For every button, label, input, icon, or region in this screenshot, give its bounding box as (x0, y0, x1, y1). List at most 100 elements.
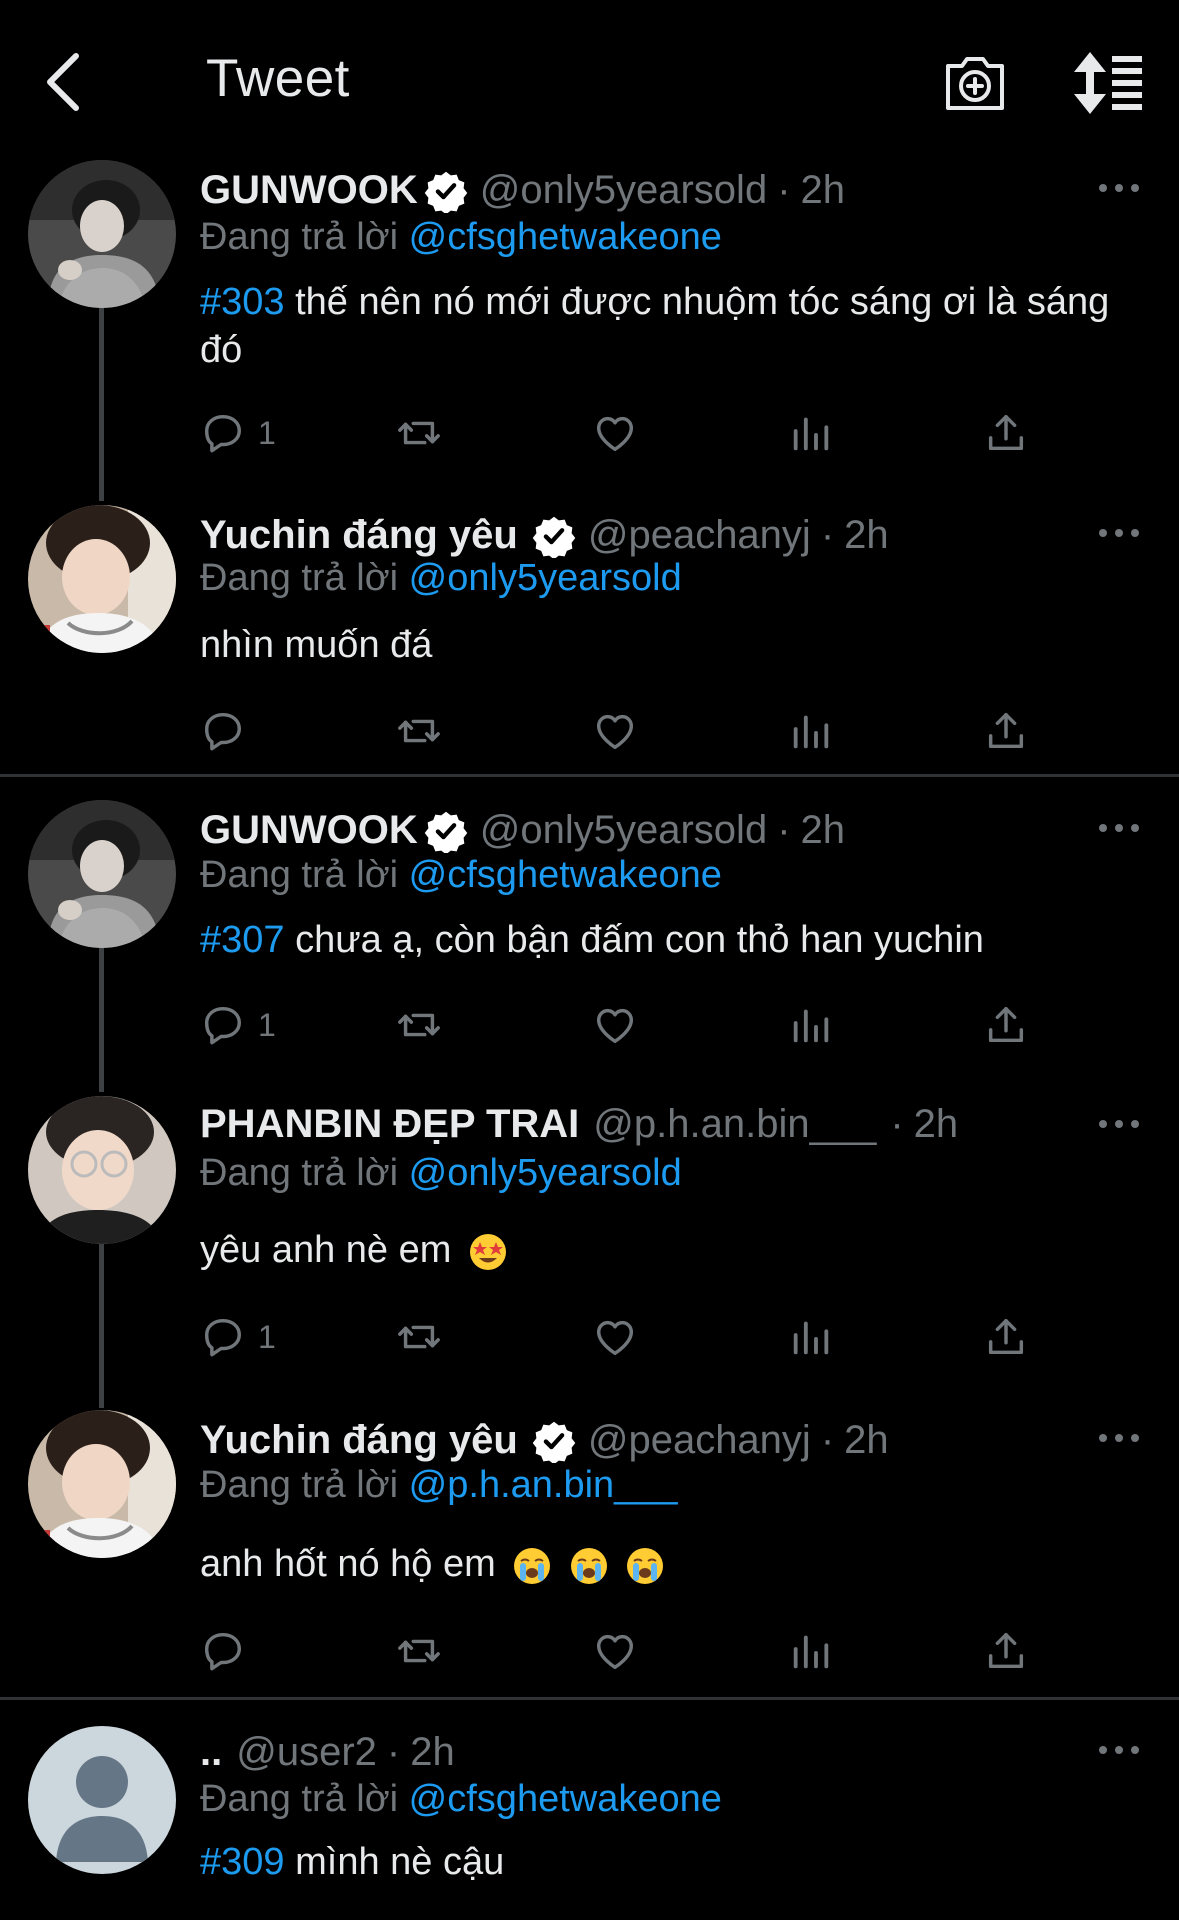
hashtag-link[interactable]: #309 (200, 1841, 285, 1883)
timestamp: 2h (913, 1102, 959, 1146)
share-button[interactable] (983, 1626, 1029, 1676)
share-button[interactable] (983, 408, 1029, 458)
more-options-button[interactable] (1096, 820, 1142, 836)
camera-button[interactable] (940, 48, 1010, 118)
display-name[interactable]: GUNWOOK (200, 808, 418, 853)
avatar[interactable] (28, 800, 176, 948)
replying-to: Đang trả lời @cfsghetwakeone (200, 854, 722, 897)
views-button[interactable] (788, 1626, 834, 1676)
reply-count: 1 (258, 1318, 276, 1355)
share-button[interactable] (983, 706, 1029, 756)
avatar[interactable] (28, 160, 176, 308)
reply-button[interactable]: 1 (200, 1000, 276, 1050)
back-button[interactable] (40, 48, 90, 118)
username[interactable]: @only5yearsold (480, 168, 767, 213)
mention-link[interactable]: @only5yearsold (409, 1152, 682, 1194)
separator-dot: · (386, 1730, 401, 1774)
tweet-body: nhìn muốn đá (200, 624, 433, 666)
mention-link[interactable]: @p.h.an.bin___ (409, 1464, 678, 1506)
like-button[interactable] (592, 1000, 638, 1050)
avatar[interactable] (28, 1096, 176, 1244)
retweet-button[interactable] (396, 408, 442, 458)
display-name[interactable]: PHANBIN ĐẸP TRAI (200, 1102, 579, 1147)
more-options-button[interactable] (1096, 1116, 1142, 1132)
views-button[interactable] (788, 1312, 834, 1362)
like-button[interactable] (592, 1312, 638, 1362)
chevron-left-icon (47, 53, 79, 111)
mention-link[interactable]: @cfsghetwakeone (409, 216, 722, 258)
tweet-header: .. @user2 · 2h (200, 1730, 455, 1775)
like-button[interactable] (592, 706, 638, 756)
tweet[interactable]: Yuchin đáng yêu @peachanyj · 2h Đang trả… (0, 1410, 1179, 1680)
tweet[interactable]: GUNWOOK @only5yearsold · 2h Đang trả lời… (0, 800, 1179, 1085)
reply-button[interactable] (200, 1626, 246, 1676)
avatar[interactable] (28, 1410, 176, 1558)
separator-dot: · (777, 168, 791, 212)
display-name[interactable]: Yuchin đáng yêu (200, 1418, 518, 1463)
reply-button[interactable]: 1 (200, 408, 276, 458)
tweet-text: #303 thế nên nó mới được nhuộm tóc sáng … (200, 278, 1120, 374)
reply-icon (200, 1628, 246, 1674)
action-bar: 1 (200, 1000, 1060, 1050)
loudly-crying-emoji-icon (569, 1546, 609, 1586)
hashtag-link[interactable]: #307 (200, 919, 285, 961)
more-dots-icon (1096, 1116, 1142, 1132)
views-button[interactable] (788, 408, 834, 458)
username[interactable]: @peachanyj (588, 1418, 811, 1463)
thread-divider (0, 1697, 1179, 1700)
share-icon (983, 1314, 1029, 1360)
more-dots-icon (1096, 180, 1142, 196)
display-name[interactable]: Yuchin đáng yêu (200, 513, 518, 558)
retweet-button[interactable] (396, 1626, 442, 1676)
mention-link[interactable]: @only5yearsold (409, 557, 682, 599)
sort-button[interactable] (1072, 48, 1142, 118)
tweet-text: nhìn muốn đá (200, 621, 1120, 669)
username[interactable]: @user2 (236, 1730, 377, 1775)
tweet-body: mình nè cậu (295, 1841, 505, 1883)
verified-badge-icon (532, 1419, 576, 1463)
tweet[interactable]: Yuchin đáng yêu @peachanyj · 2h Đang trả… (0, 505, 1179, 770)
like-button[interactable] (592, 1626, 638, 1676)
timestamp: 2h (800, 168, 846, 212)
share-icon (983, 410, 1029, 456)
tweet-header: GUNWOOK @only5yearsold · 2h (200, 808, 845, 853)
mention-link[interactable]: @cfsghetwakeone (409, 854, 722, 896)
avatar[interactable] (28, 1726, 176, 1874)
retweet-button[interactable] (396, 1312, 442, 1362)
like-button[interactable] (592, 408, 638, 458)
tweet-text: #309 mình nè cậu (200, 1838, 1120, 1886)
reply-button[interactable] (200, 706, 246, 756)
reply-button[interactable]: 1 (200, 1312, 276, 1362)
mention-link[interactable]: @cfsghetwakeone (409, 1778, 722, 1820)
retweet-button[interactable] (396, 706, 442, 756)
username[interactable]: @only5yearsold (480, 808, 767, 853)
tweet[interactable]: GUNWOOK @only5yearsold · 2h Đang trả lời… (0, 160, 1179, 500)
like-icon (592, 410, 638, 456)
tweet[interactable]: .. @user2 · 2h Đang trả lời @cfsghetwake… (0, 1722, 1179, 1920)
more-dots-icon (1096, 1430, 1142, 1446)
display-name[interactable]: GUNWOOK (200, 168, 418, 213)
replying-to: Đang trả lời @p.h.an.bin___ (200, 1464, 678, 1507)
share-button[interactable] (983, 1312, 1029, 1362)
tweet[interactable]: PHANBIN ĐẸP TRAI @p.h.an.bin___ · 2h Đan… (0, 1096, 1179, 1396)
more-options-button[interactable] (1096, 525, 1142, 541)
more-options-button[interactable] (1096, 1430, 1142, 1446)
more-options-button[interactable] (1096, 1742, 1142, 1758)
views-button[interactable] (788, 1000, 834, 1050)
avatar[interactable] (28, 505, 176, 653)
share-icon (983, 1002, 1029, 1048)
replying-to-label: Đang trả lời (200, 216, 399, 258)
replying-to-label: Đang trả lời (200, 854, 399, 896)
more-options-button[interactable] (1096, 180, 1142, 196)
retweet-button[interactable] (396, 1000, 442, 1050)
hashtag-link[interactable]: #303 (200, 281, 285, 323)
share-button[interactable] (983, 1000, 1029, 1050)
retweet-icon (396, 1314, 442, 1360)
action-bar: 1 (200, 408, 1060, 458)
views-button[interactable] (788, 706, 834, 756)
separator-dot: · (820, 1418, 835, 1462)
timestamp: 2h (844, 513, 889, 557)
display-name[interactable]: .. (200, 1730, 222, 1775)
username[interactable]: @p.h.an.bin___ (593, 1102, 876, 1147)
username[interactable]: @peachanyj (588, 513, 811, 558)
